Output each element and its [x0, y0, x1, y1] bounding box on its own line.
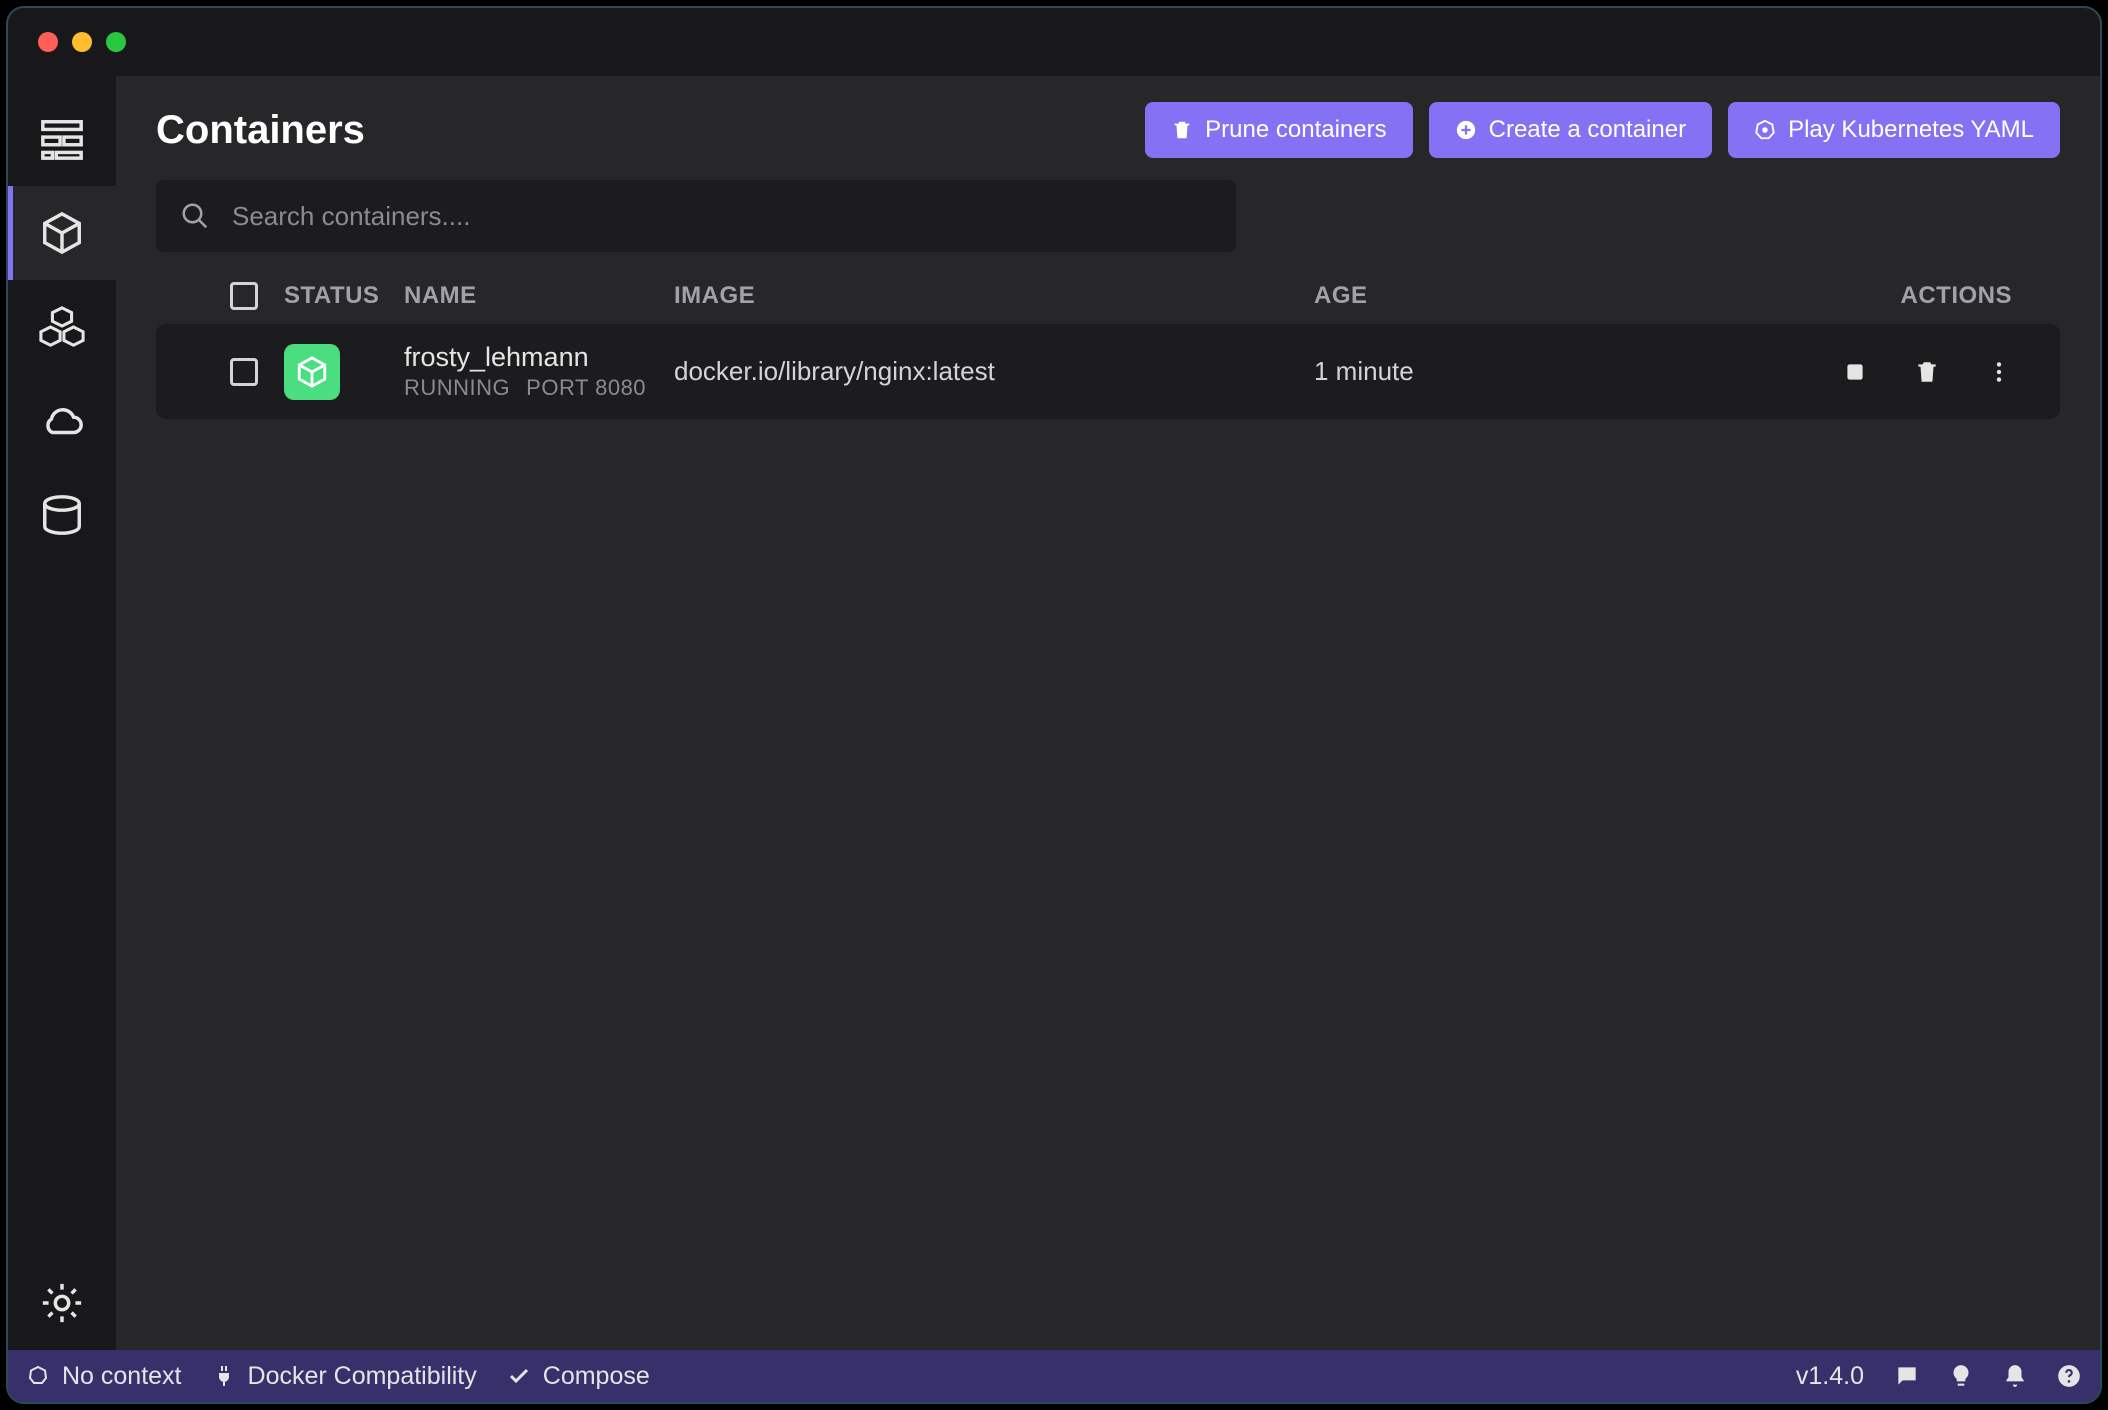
- cubes-icon: [39, 304, 85, 350]
- compose-status[interactable]: Compose: [507, 1362, 650, 1391]
- col-actions: ACTIONS: [1792, 282, 2012, 310]
- stop-button[interactable]: [1842, 359, 1868, 385]
- kubernetes-small-icon: [26, 1364, 50, 1388]
- create-label: Create a container: [1489, 116, 1686, 144]
- nav-images[interactable]: [8, 374, 116, 468]
- plug-icon: [212, 1364, 236, 1388]
- sidebar: [8, 76, 116, 1350]
- nav-settings[interactable]: [8, 1256, 116, 1350]
- container-state: RUNNING: [404, 375, 510, 401]
- prune-containers-button[interactable]: Prune containers: [1145, 102, 1412, 158]
- kubernetes-icon: [1754, 119, 1776, 141]
- main-content: Containers Prune containers Create a con…: [116, 76, 2100, 1350]
- gear-icon: [39, 1280, 85, 1326]
- table-header: STATUS NAME IMAGE AGE ACTIONS: [156, 272, 2060, 324]
- context-selector[interactable]: No context: [26, 1362, 182, 1391]
- plus-circle-icon: [1455, 119, 1477, 141]
- kube-label: Play Kubernetes YAML: [1788, 116, 2034, 144]
- play-kubernetes-button[interactable]: Play Kubernetes YAML: [1728, 102, 2060, 158]
- row-checkbox[interactable]: [230, 358, 258, 386]
- col-image: IMAGE: [674, 282, 1314, 310]
- search-icon: [180, 201, 210, 231]
- stop-icon: [1842, 359, 1868, 385]
- maximize-window[interactable]: [106, 32, 126, 52]
- compose-label: Compose: [543, 1362, 650, 1391]
- trash-icon: [1171, 119, 1193, 141]
- col-age: AGE: [1314, 282, 1792, 310]
- chat-icon[interactable]: [1894, 1363, 1920, 1389]
- nav-volumes[interactable]: [8, 468, 116, 562]
- select-all-checkbox[interactable]: [230, 282, 258, 310]
- search-input[interactable]: [232, 201, 1212, 232]
- titlebar: [8, 8, 2100, 76]
- help-icon[interactable]: [2056, 1363, 2082, 1389]
- page-title: Containers: [156, 108, 365, 153]
- cloud-icon: [39, 398, 85, 444]
- more-actions-button[interactable]: [1986, 359, 2012, 385]
- container-age: 1 minute: [1314, 356, 1792, 387]
- col-status: STATUS: [284, 282, 404, 310]
- context-label: No context: [62, 1362, 182, 1391]
- docker-compat[interactable]: Docker Compatibility: [212, 1362, 477, 1391]
- nav-dashboard[interactable]: [8, 92, 116, 186]
- check-icon: [507, 1364, 531, 1388]
- prune-label: Prune containers: [1205, 116, 1386, 144]
- container-port: PORT 8080: [526, 375, 646, 401]
- status-running-icon: [284, 344, 340, 400]
- container-image: docker.io/library/nginx:latest: [674, 356, 1314, 387]
- statusbar: No context Docker Compatibility Compose …: [8, 1350, 2100, 1402]
- database-icon: [39, 492, 85, 538]
- dashboard-icon: [39, 116, 85, 162]
- minimize-window[interactable]: [72, 32, 92, 52]
- bell-icon[interactable]: [2002, 1363, 2028, 1389]
- delete-button[interactable]: [1914, 359, 1940, 385]
- lightbulb-icon[interactable]: [1948, 1363, 1974, 1389]
- search-box[interactable]: [156, 180, 1236, 252]
- close-window[interactable]: [38, 32, 58, 52]
- nav-pods[interactable]: [8, 280, 116, 374]
- container-name: frosty_lehmann: [404, 342, 674, 373]
- table-row[interactable]: frosty_lehmann RUNNING PORT 8080 docker.…: [156, 324, 2060, 419]
- create-container-button[interactable]: Create a container: [1429, 102, 1712, 158]
- col-name: NAME: [404, 282, 674, 310]
- kebab-icon: [1986, 359, 2012, 385]
- version-label: v1.4.0: [1796, 1362, 1864, 1391]
- cube-icon: [39, 210, 85, 256]
- nav-containers[interactable]: [8, 186, 116, 280]
- trash-icon: [1914, 359, 1940, 385]
- docker-label: Docker Compatibility: [248, 1362, 477, 1391]
